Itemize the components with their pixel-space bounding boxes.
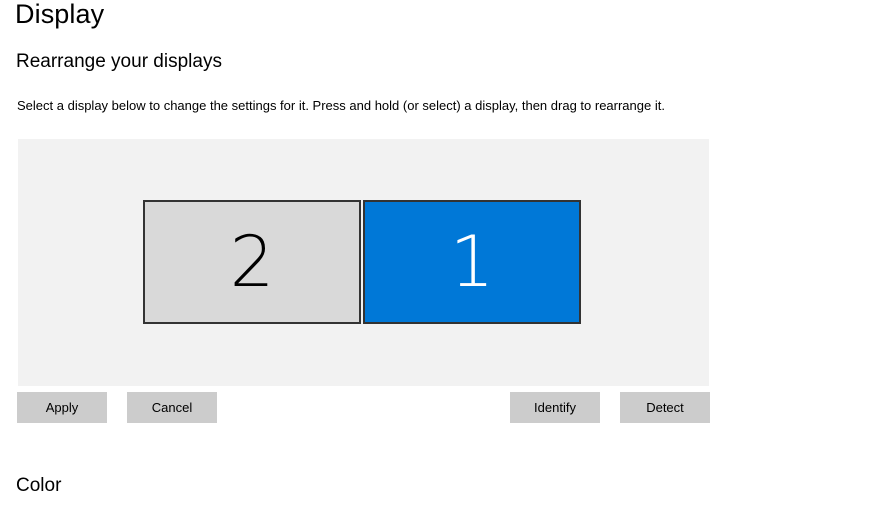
cancel-button[interactable]: Cancel <box>127 392 217 423</box>
page-title: Display <box>15 0 105 29</box>
display-arrangement-area[interactable]: 2 1 <box>18 139 709 386</box>
identify-button[interactable]: Identify <box>510 392 600 423</box>
display-1-tile[interactable]: 1 <box>363 200 581 324</box>
display-settings-page: Display Rearrange your displays Select a… <box>0 0 876 509</box>
display-2-tile[interactable]: 2 <box>143 200 361 324</box>
display-1-number: 1 <box>449 221 495 303</box>
rearrange-heading: Rearrange your displays <box>16 51 222 72</box>
color-heading: Color <box>16 475 62 496</box>
rearrange-description: Select a display below to change the set… <box>17 98 665 113</box>
detect-button[interactable]: Detect <box>620 392 710 423</box>
apply-button[interactable]: Apply <box>17 392 107 423</box>
display-2-number: 2 <box>229 221 275 303</box>
